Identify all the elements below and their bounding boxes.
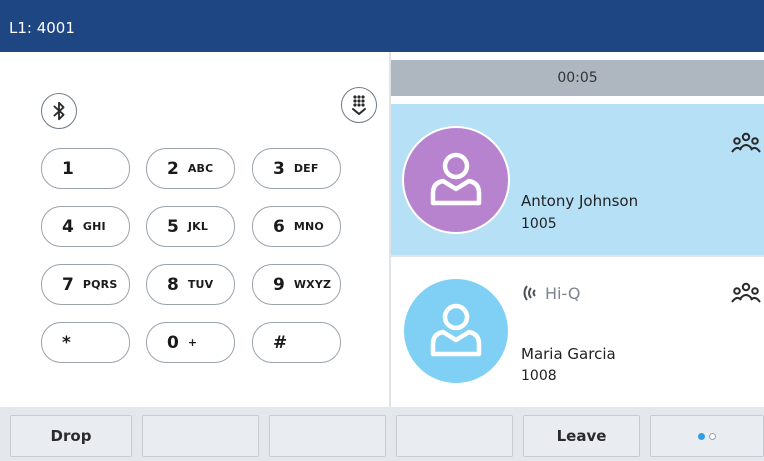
dial-key-6[interactable]: 6 MNO — [252, 206, 341, 247]
drop-button[interactable]: Drop — [10, 415, 132, 457]
dial-key-4[interactable]: 4 GHI — [41, 206, 130, 247]
dial-key-0[interactable]: 0 + — [146, 322, 235, 363]
contact-extension: 1008 — [521, 368, 557, 384]
call-party-antony[interactable]: Antony Johnson 1005 — [391, 104, 764, 255]
key-letters: ABC — [187, 162, 214, 175]
leave-button[interactable]: Leave — [523, 415, 640, 457]
key-letters: GHI — [82, 220, 106, 233]
dial-key-3[interactable]: 3 DEF — [252, 148, 341, 189]
contact-avatar — [402, 277, 510, 385]
more-softkeys-button[interactable] — [650, 415, 764, 457]
key-letters: MNO — [293, 220, 324, 233]
bluetooth-icon[interactable] — [41, 93, 77, 129]
key-digit: 8 — [167, 274, 179, 295]
key-letters: JKL — [187, 220, 209, 233]
softkey-bar: Drop Leave — [0, 407, 764, 461]
conference-icon — [731, 282, 761, 304]
key-digit: 0 — [167, 332, 179, 353]
dial-key-5[interactable]: 5 JKL — [146, 206, 235, 247]
key-digit: 7 — [62, 274, 74, 295]
contact-name: Antony Johnson — [521, 192, 639, 210]
person-icon — [430, 303, 482, 357]
hd-audio-icon — [523, 285, 536, 301]
hiq-label: Hi-Q — [545, 283, 581, 303]
person-icon — [430, 152, 482, 206]
dial-key-9[interactable]: 9 WXYZ — [252, 264, 341, 305]
dial-key-2[interactable]: 2 ABC — [146, 148, 235, 189]
status-bar: L1: 4001 — [0, 0, 764, 52]
conference-icon — [731, 132, 761, 154]
key-digit: 4 — [62, 216, 74, 237]
dial-key-7[interactable]: 7 PQRS — [41, 264, 130, 305]
softkey-3[interactable] — [269, 415, 386, 457]
key-digit: 6 — [273, 216, 285, 237]
hiq-badge: Hi-Q — [519, 283, 580, 303]
dial-key-hash[interactable]: # — [252, 322, 341, 363]
call-party-maria[interactable]: Hi-Q Maria Garcia 1008 — [391, 257, 764, 407]
key-digit: 1 — [62, 158, 74, 179]
key-letters: DEF — [293, 162, 319, 175]
softkey-4[interactable] — [396, 415, 513, 457]
key-digit: 9 — [273, 274, 285, 295]
page-dot-inactive — [709, 432, 716, 440]
key-letters: + — [187, 336, 198, 349]
key-digit: # — [273, 332, 288, 353]
key-digit: * — [62, 332, 71, 353]
page-indicator — [696, 432, 718, 440]
dial-key-8[interactable]: 8 TUV — [146, 264, 235, 305]
key-letters: TUV — [187, 278, 214, 291]
hide-dialpad-icon[interactable] — [341, 87, 377, 123]
dial-key-1[interactable]: 1 — [41, 148, 130, 189]
line-label: L1: 4001 — [9, 19, 75, 37]
call-timer: 00:05 — [391, 60, 764, 96]
page-dot-active — [698, 432, 705, 440]
dial-key-star[interactable]: * — [41, 322, 130, 363]
contact-name: Maria Garcia — [521, 345, 616, 363]
contact-extension: 1005 — [521, 216, 557, 232]
key-digit: 5 — [167, 216, 179, 237]
softkey-2[interactable] — [142, 415, 259, 457]
contact-avatar — [402, 126, 510, 234]
key-digit: 3 — [273, 158, 285, 179]
key-letters: PQRS — [82, 278, 118, 291]
key-letters: WXYZ — [293, 278, 332, 291]
key-digit: 2 — [167, 158, 179, 179]
